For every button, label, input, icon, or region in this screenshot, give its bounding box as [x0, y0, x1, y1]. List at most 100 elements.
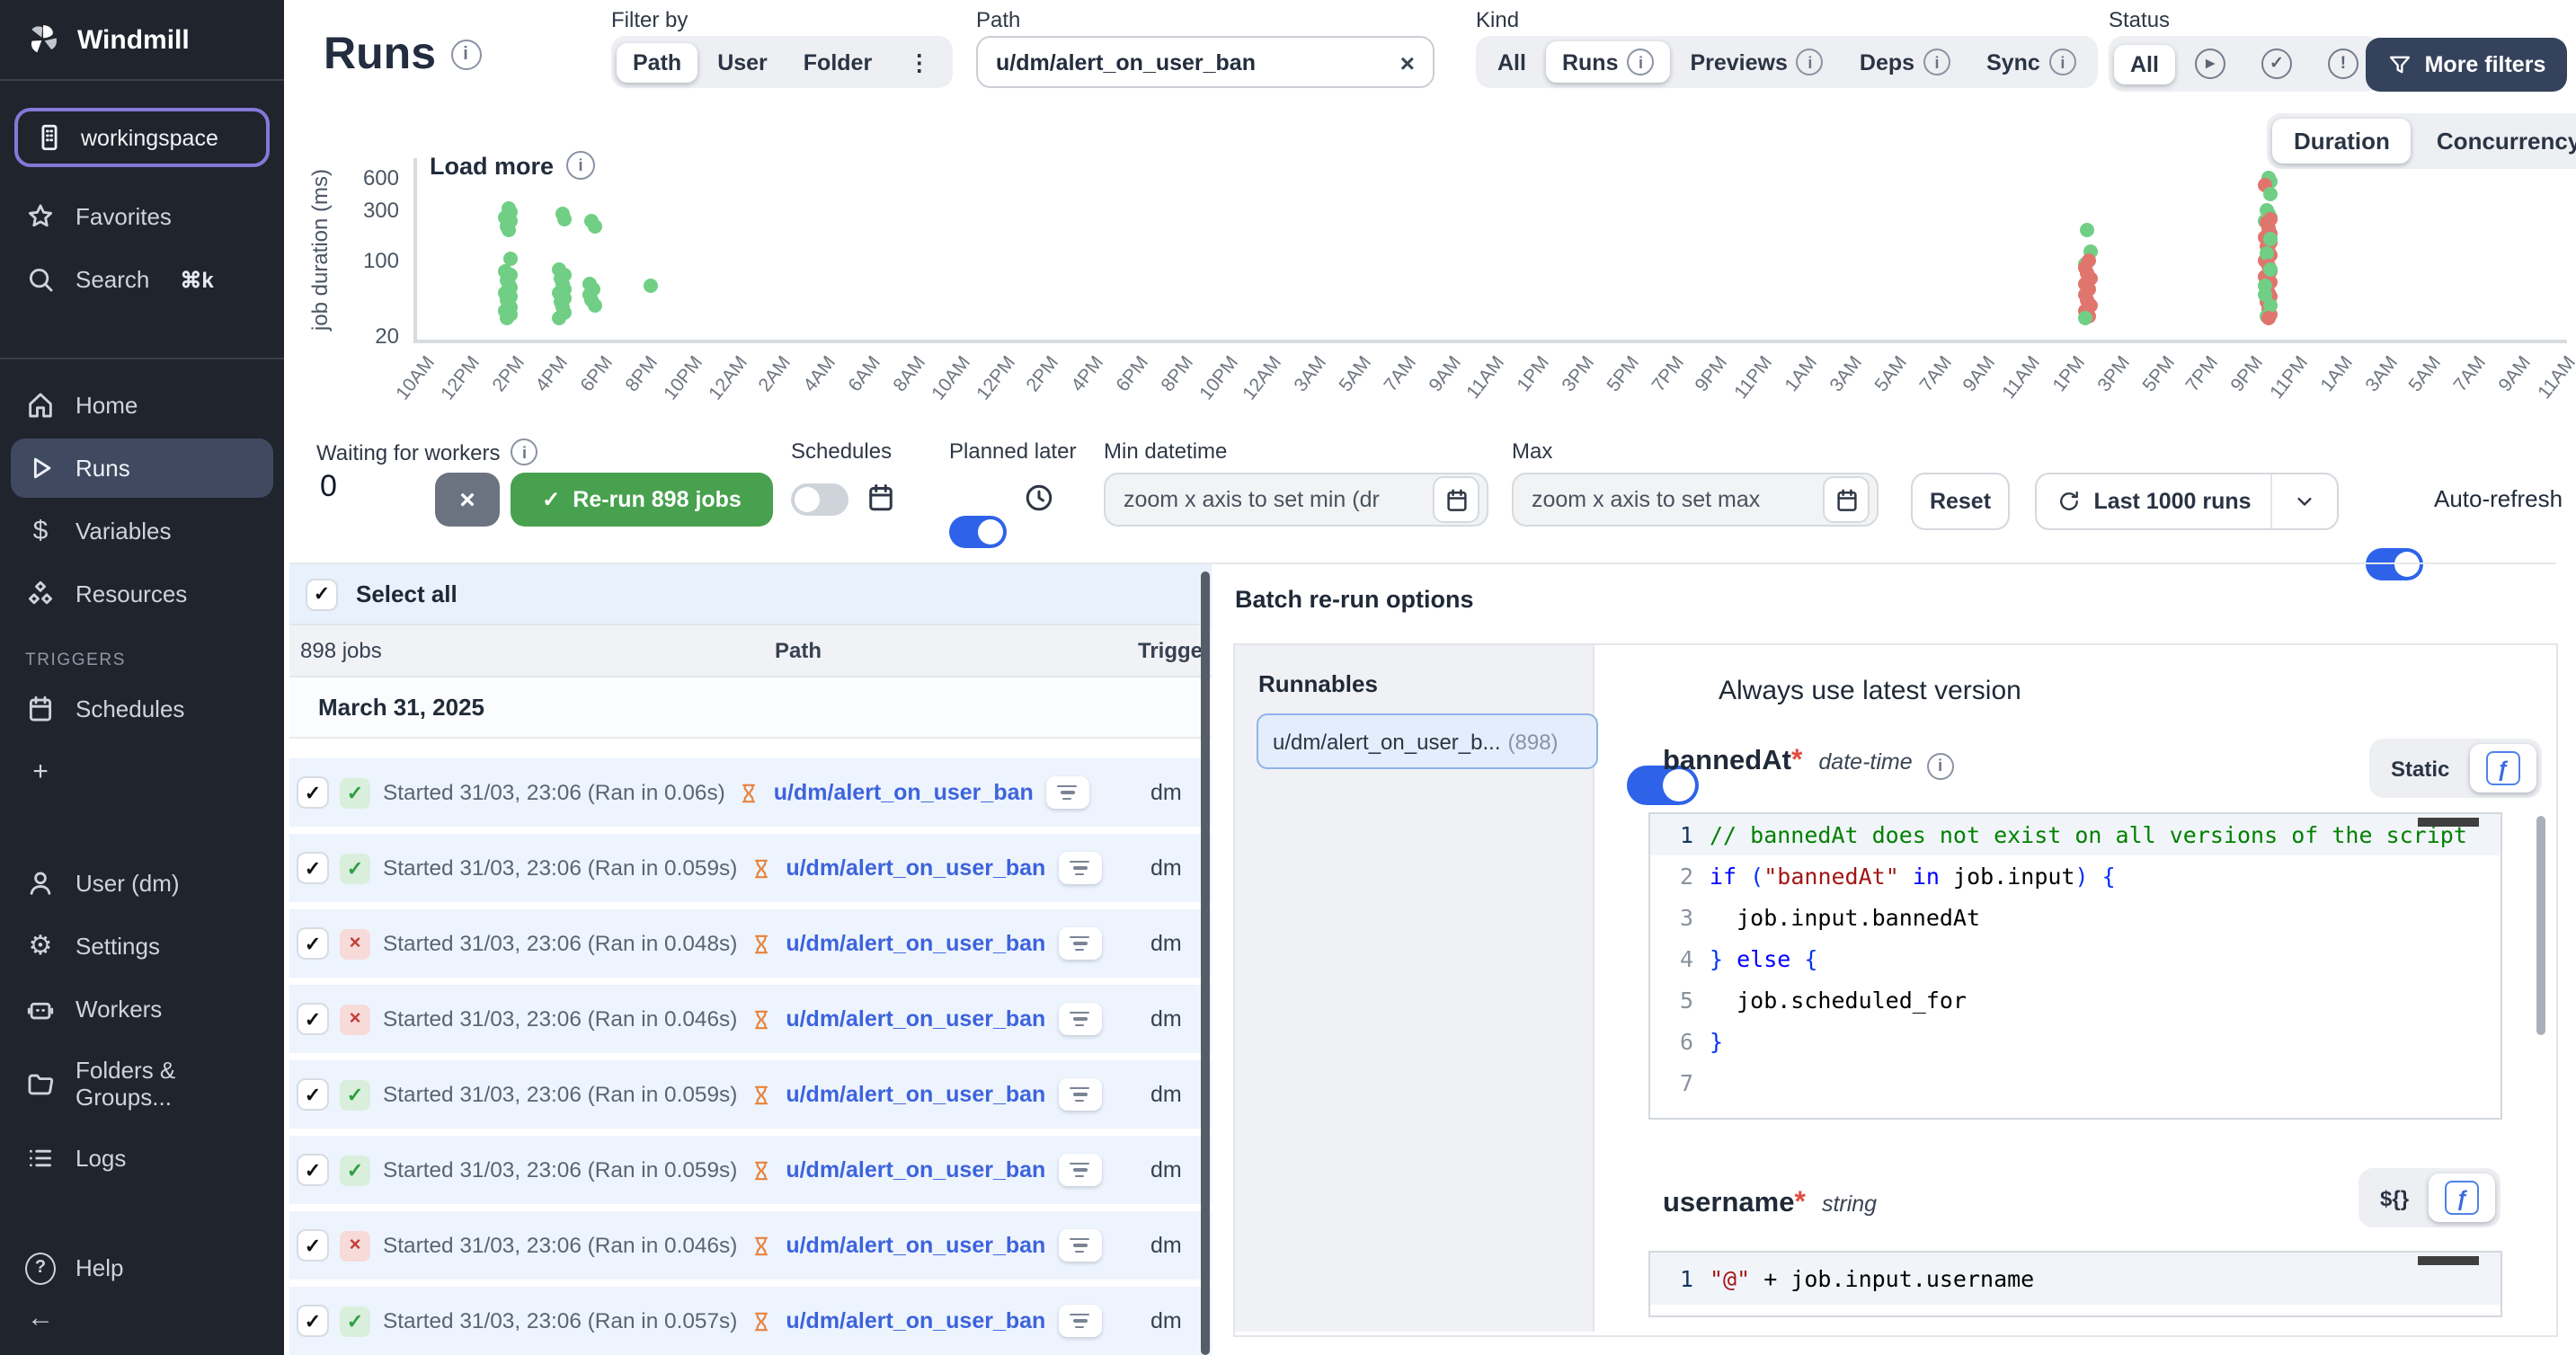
- status-option-all[interactable]: All: [2114, 44, 2175, 84]
- row-checkbox[interactable]: ✓: [298, 1306, 327, 1335]
- clear-path-icon[interactable]: ×: [1400, 48, 1415, 76]
- reset-button[interactable]: Reset: [1911, 473, 2010, 530]
- filter-by-option-path[interactable]: Path: [617, 42, 697, 82]
- sidebar-item-workers[interactable]: Workers: [0, 978, 284, 1041]
- scatter-point-success[interactable]: [500, 310, 514, 324]
- filter-by-option-user[interactable]: User: [701, 42, 784, 82]
- runnable-item-selected[interactable]: u/dm/alert_on_user_b... (898): [1257, 713, 1598, 769]
- code-token: job.input: [1940, 855, 2075, 897]
- max-datetime-label: Max: [1512, 438, 1552, 464]
- filter-by-path-button[interactable]: [1058, 1003, 1101, 1035]
- run-path-link[interactable]: u/dm/alert_on_user_ban: [786, 1233, 1045, 1258]
- info-icon[interactable]: i: [1927, 752, 1954, 779]
- static-mode-chip[interactable]: ${}: [2364, 1178, 2425, 1218]
- sidebar-item-logs[interactable]: Logs: [0, 1127, 284, 1190]
- schedules-toggle[interactable]: [791, 483, 848, 516]
- bannedAt-expression-editor[interactable]: 1// bannedAt does not exist on all versi…: [1648, 812, 2502, 1120]
- schedules-toggle-label: Schedules: [791, 438, 892, 464]
- refresh-options-dropdown[interactable]: [2272, 489, 2337, 514]
- row-checkbox[interactable]: ✓: [298, 1005, 327, 1033]
- scatter-point-success[interactable]: [558, 211, 573, 226]
- kind-option-runs[interactable]: Runsi: [1546, 41, 1671, 83]
- rerun-jobs-button[interactable]: ✓ Re-run 898 jobs: [511, 473, 773, 527]
- min-datetime-input[interactable]: zoom x axis to set min (dr: [1104, 473, 1488, 527]
- row-checkbox[interactable]: ✓: [298, 1231, 327, 1260]
- kind-option-all[interactable]: All: [1481, 42, 1542, 82]
- sidebar-item-plus[interactable]: +: [0, 740, 284, 803]
- filter-more-options-icon[interactable]: ⋮: [892, 41, 946, 83]
- kind-option-sync[interactable]: Synci: [1970, 41, 2092, 83]
- sidebar-item-schedules[interactable]: Schedules: [0, 678, 284, 740]
- check-icon: ✓: [542, 487, 560, 512]
- select-all-checkbox[interactable]: ✓: [307, 580, 336, 608]
- sidebar-item-variables[interactable]: $Variables: [0, 500, 284, 562]
- planned-later-toggle[interactable]: [949, 516, 1007, 548]
- filter-by-path-button[interactable]: [1046, 776, 1089, 809]
- load-more-button[interactable]: Load more i: [430, 151, 595, 180]
- row-checkbox[interactable]: ✓: [298, 854, 327, 882]
- run-path-link[interactable]: u/dm/alert_on_user_ban: [786, 1006, 1045, 1032]
- filter-by-path-button[interactable]: [1058, 1305, 1101, 1337]
- row-checkbox[interactable]: ✓: [298, 929, 327, 958]
- filter-by-path-button[interactable]: [1058, 927, 1101, 960]
- filter-by-path-button[interactable]: [1058, 1229, 1101, 1262]
- run-path-link[interactable]: u/dm/alert_on_user_ban: [786, 855, 1045, 881]
- sidebar-item-help[interactable]: ? Help: [0, 1236, 284, 1299]
- status-option-play-circle-icon[interactable]: ▸: [2179, 41, 2242, 86]
- kind-option-previews[interactable]: Previewsi: [1674, 41, 1839, 83]
- filter-by-path-button[interactable]: [1058, 1154, 1101, 1186]
- scatter-point-success[interactable]: [2079, 312, 2093, 326]
- scatter-point-success[interactable]: [2264, 261, 2278, 276]
- info-icon[interactable]: i: [450, 40, 481, 70]
- run-path-link[interactable]: u/dm/alert_on_user_ban: [786, 931, 1045, 956]
- row-checkbox[interactable]: ✓: [298, 1080, 327, 1109]
- scatter-point-success[interactable]: [552, 310, 566, 324]
- sidebar-item-home[interactable]: Home: [0, 374, 284, 437]
- max-datetime-input[interactable]: zoom x axis to set max: [1512, 473, 1879, 527]
- filter-by-path-button[interactable]: [1058, 852, 1101, 884]
- run-path-link[interactable]: u/dm/alert_on_user_ban: [786, 1157, 1045, 1182]
- scatter-point-success[interactable]: [588, 297, 602, 312]
- refresh-runs-button[interactable]: Last 1000 runs: [2037, 489, 2270, 514]
- run-path-link[interactable]: u/dm/alert_on_user_ban: [786, 1082, 1045, 1107]
- sidebar-item-folders-groups-[interactable]: Folders & Groups...: [0, 1041, 284, 1127]
- username-expression-editor[interactable]: 1"@" + job.input.username: [1648, 1251, 2502, 1317]
- cancel-selection-button[interactable]: ×: [435, 473, 500, 527]
- sidebar-item-runs[interactable]: Runs: [11, 438, 273, 498]
- static-mode-chip[interactable]: Static: [2375, 748, 2465, 788]
- scatter-point-success[interactable]: [502, 222, 516, 236]
- sidebar-item-search[interactable]: Search⌘k: [0, 248, 284, 311]
- filter-by-option-folder[interactable]: Folder: [787, 42, 888, 82]
- sidebar-item-user-dm-[interactable]: User (dm): [0, 852, 284, 915]
- path-filter-input[interactable]: u/dm/alert_on_user_ban ×: [976, 36, 1435, 88]
- filter-by-path-button[interactable]: [1058, 1078, 1101, 1111]
- row-checkbox[interactable]: ✓: [298, 778, 327, 807]
- scatter-point-success[interactable]: [2260, 245, 2274, 260]
- sidebar-item-favorites[interactable]: Favorites: [0, 185, 284, 248]
- more-filters-button[interactable]: More filters: [2366, 38, 2567, 92]
- workspace-selector[interactable]: workingspace: [14, 108, 270, 167]
- expr-mode-chip[interactable]: ƒ: [2429, 1173, 2495, 1222]
- collapse-sidebar-button[interactable]: ←: [0, 1299, 284, 1355]
- table-scrollbar[interactable]: [1201, 571, 1210, 1355]
- sidebar-item-resources[interactable]: Resources: [0, 562, 284, 625]
- scatter-point-success[interactable]: [644, 278, 659, 292]
- batch-panel-scrollbar[interactable]: [2536, 816, 2545, 1035]
- scatter-point-failure[interactable]: [2261, 312, 2275, 326]
- view-option-concurrency[interactable]: Concurrency: [2415, 119, 2576, 164]
- run-path-link[interactable]: u/dm/alert_on_user_ban: [774, 780, 1034, 805]
- run-path-link[interactable]: u/dm/alert_on_user_ban: [786, 1308, 1045, 1333]
- kind-option-deps[interactable]: Depsi: [1843, 41, 1967, 83]
- expr-mode-chip[interactable]: ƒ: [2469, 744, 2536, 793]
- auto-refresh-toggle[interactable]: [2366, 548, 2423, 580]
- scatter-point-success[interactable]: [588, 219, 602, 234]
- scatter-point-success[interactable]: [2262, 186, 2277, 200]
- calendar-picker-button[interactable]: [1823, 476, 1870, 523]
- status-option-check-circle-icon[interactable]: ✓: [2245, 41, 2308, 86]
- row-checkbox[interactable]: ✓: [298, 1156, 327, 1184]
- calendar-picker-button[interactable]: [1433, 476, 1479, 523]
- view-option-duration[interactable]: Duration: [2272, 119, 2412, 164]
- scatter-point-success[interactable]: [2080, 222, 2094, 236]
- sidebar-item-settings[interactable]: ⚙Settings: [0, 915, 284, 978]
- app-logo[interactable]: Windmill: [0, 0, 284, 79]
